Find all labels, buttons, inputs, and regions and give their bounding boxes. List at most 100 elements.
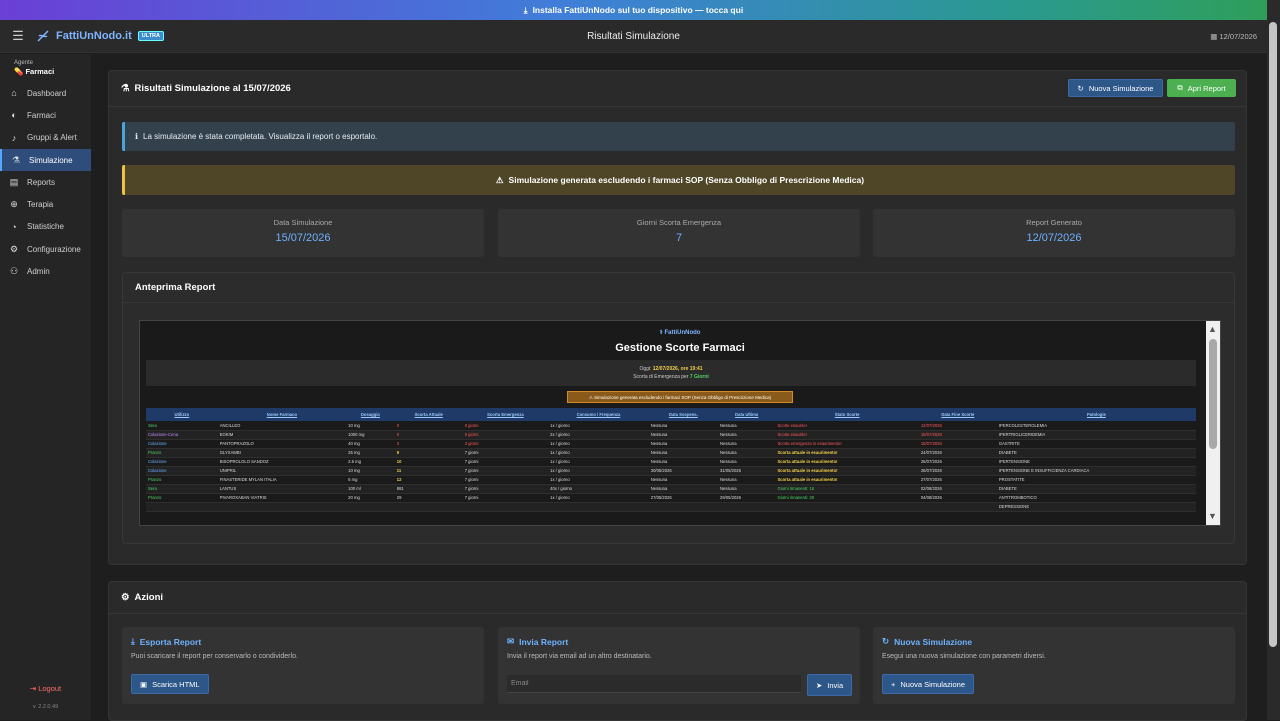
send-button[interactable]: ➤ Invia xyxy=(807,674,853,696)
newsim-title-text: Nuova Simulazione xyxy=(894,636,973,647)
report-column-header: Stato Scorte xyxy=(775,408,919,421)
home-icon: ⌂ xyxy=(11,88,17,99)
report-summary: Oggi: 12/07/2026, ore 19:41 Scorta di Em… xyxy=(146,360,1196,386)
brand[interactable]: FattiUnNodo.it ULTRA xyxy=(36,29,164,43)
table-cell: 10 xyxy=(394,457,463,467)
report-today: Oggi: 12/07/2026, ore 19:41 xyxy=(146,365,1196,373)
table-cell: 25/07/2026 xyxy=(918,457,997,467)
actions-card: ⚙ Azioni ⤓ Esporta Report Puoi scaricare i… xyxy=(108,581,1247,721)
table-cell: 10 mg xyxy=(346,421,395,431)
report-brand-text: FattiUnNodo xyxy=(664,330,701,336)
table-cell xyxy=(394,502,463,512)
table-row: Colazione-Cena EOKIM 1000 mg 0 0 giorni 2x / … xyxy=(146,430,1196,440)
agent-name: 💊 Farmaci xyxy=(14,67,77,76)
email-field[interactable] xyxy=(507,675,801,693)
table-cell: IPERCOLESTEROLEMIA xyxy=(996,421,1196,431)
sidebar-item-configurazione[interactable]: ⚙ Configurazione xyxy=(0,238,91,260)
table-cell: 3 giorni xyxy=(462,439,549,449)
table-cell: GASTRITE xyxy=(996,439,1196,449)
sidebar-item-dashboard[interactable]: ⌂ Dashboard xyxy=(0,82,91,104)
stat-report-generato: Report Generato 12/07/2026 xyxy=(873,209,1235,257)
table-cell: Nessuna xyxy=(718,439,776,449)
table-cell: DIABETE xyxy=(996,448,1196,458)
sidebar-item-label: Gruppi & Alert xyxy=(27,133,77,143)
table-cell xyxy=(648,502,718,512)
logout-button[interactable]: ⇥ Logout xyxy=(0,684,91,693)
report-column-header: Dosaggio xyxy=(346,408,395,421)
sop-warning-text: Simulazione generata escludendo i farmac… xyxy=(508,175,865,185)
report-today-label: Oggi: xyxy=(639,366,652,372)
scroll-down-icon[interactable]: ▼ xyxy=(1208,511,1217,521)
export-panel: ⤓ Esporta Report Puoi scaricare il report… xyxy=(122,627,484,704)
download-icon: ⤓ xyxy=(131,636,135,646)
export-desc: Puoi scaricare il report per conservarlo… xyxy=(131,653,298,660)
sidebar-item-reports[interactable]: ▤ Reports xyxy=(0,171,91,193)
table-cell: Sera xyxy=(146,484,218,494)
logout-icon: ⇥ xyxy=(29,684,39,693)
sidebar-item-farmaci[interactable]: ◐ Farmaci xyxy=(0,104,91,126)
redo-icon: ↻ xyxy=(1077,83,1084,93)
table-cell: Scorte esaurite! xyxy=(775,421,919,431)
sidebar-item-simulazione[interactable]: ⚗ Simulazione xyxy=(0,148,91,172)
sidebar-item-gruppi-alert[interactable]: ♪ Gruppi & Alert xyxy=(0,127,91,149)
table-cell: 1x / giorno xyxy=(548,439,649,449)
top-bar: ☰ FattiUnNodo.it ULTRA Risultati Simulaz… xyxy=(0,20,1267,53)
header-date: ▦ 12/07/2026 xyxy=(1210,32,1257,41)
table-cell: Nessuna xyxy=(648,475,718,485)
preview-scrollbar[interactable]: ▲ ▼ xyxy=(1206,321,1220,525)
table-cell: 1x / giorno xyxy=(548,457,649,467)
table-cell: 3 xyxy=(394,439,463,449)
stat-data-simulazione: Data Simulazione 15/07/2026 xyxy=(122,209,484,257)
table-cell: 15/07/2026 xyxy=(918,430,997,440)
sidebar-item-statistiche[interactable]: ◔ Statistiche xyxy=(0,216,91,238)
table-cell: Nessuna xyxy=(718,457,776,467)
table-cell: Pranzo xyxy=(146,493,218,503)
table-row: Sera ANCILLEO 10 mg 0 0 giorni 1x / giorno Nes… xyxy=(146,421,1196,431)
app-version: v. 2.2.0.49 xyxy=(32,704,59,710)
open-report-button[interactable]: ⧉ Apri Report xyxy=(1167,79,1236,97)
sidebar-item-label: Admin xyxy=(27,267,50,277)
table-row: Pranzo FINASTERIDE MYLAN ITALIA 5 mg 12 7 gi… xyxy=(146,475,1196,485)
open-report-label: Apri Report xyxy=(1187,83,1226,93)
table-cell: EOKIM xyxy=(217,430,347,440)
sidebar-item-label: Farmaci xyxy=(27,110,56,120)
sidebar-item-admin[interactable]: ⚇ Admin xyxy=(0,260,91,282)
table-cell: 881 xyxy=(394,484,463,494)
sidebar-item-label: Reports xyxy=(27,177,56,187)
table-cell: 0 giorni xyxy=(462,421,549,431)
install-banner[interactable]: ⤓ Installa FattiUnNodo sul tuo dispositiv… xyxy=(0,0,1267,20)
table-cell: Pranzo xyxy=(146,448,218,458)
table-cell: 12/07/2026 xyxy=(918,421,997,431)
table-cell: Nessuna xyxy=(718,448,776,458)
report-today-value: 12/07/2026, ore 19:41 xyxy=(652,366,703,372)
table-cell: 24/07/2026 xyxy=(918,448,997,458)
table-cell xyxy=(217,502,347,512)
scrollbar-thumb[interactable] xyxy=(1269,22,1277,647)
preview-title: Anteprima Report xyxy=(123,273,1234,303)
download-html-button[interactable]: ▣ Scarica HTML xyxy=(131,674,209,694)
scroll-up-icon[interactable]: ▲ xyxy=(1208,324,1217,334)
actions-header: ⚙ Azioni xyxy=(109,582,1246,614)
table-cell: DEPRESSIONE xyxy=(996,502,1196,512)
newsim-button[interactable]: + Nuova Simulazione xyxy=(882,674,975,694)
report-emergency-value: 7 Giorni xyxy=(689,374,709,380)
report-sop-warning: ⚠ Simulazione generata escludendo i farm… xyxy=(567,391,793,403)
new-simulation-label: Nuova Simulazione xyxy=(1088,83,1154,93)
report-preview-frame[interactable]: ⚕ FattiUnNodo Gestione Scorte Farmaci Og… xyxy=(139,320,1221,526)
sidebar-item-terapia[interactable]: ⊕ Terapia xyxy=(0,193,91,215)
table-cell: 04/08/2026 xyxy=(918,493,997,503)
agent-info: Agente 💊 Farmaci xyxy=(0,54,91,82)
table-cell: 7 giorni xyxy=(462,484,549,494)
table-cell: 11 xyxy=(394,466,463,476)
new-simulation-button[interactable]: ↻ Nuova Simulazione xyxy=(1068,79,1163,97)
send-desc: Invia il report via email ad un altro de… xyxy=(507,653,652,660)
table-cell: Colazione xyxy=(146,466,218,476)
preview-scroll-thumb[interactable] xyxy=(1209,339,1217,449)
table-cell: 25 mg xyxy=(346,448,395,458)
page-scrollbar[interactable] xyxy=(1267,0,1280,720)
table-cell: 7 giorni xyxy=(462,493,549,503)
flask-icon: ⚗ xyxy=(11,154,21,165)
brand-name: FattiUnNodo.it xyxy=(56,30,132,42)
menu-icon[interactable]: ☰ xyxy=(0,28,36,44)
stat-value: 7 xyxy=(675,232,683,244)
